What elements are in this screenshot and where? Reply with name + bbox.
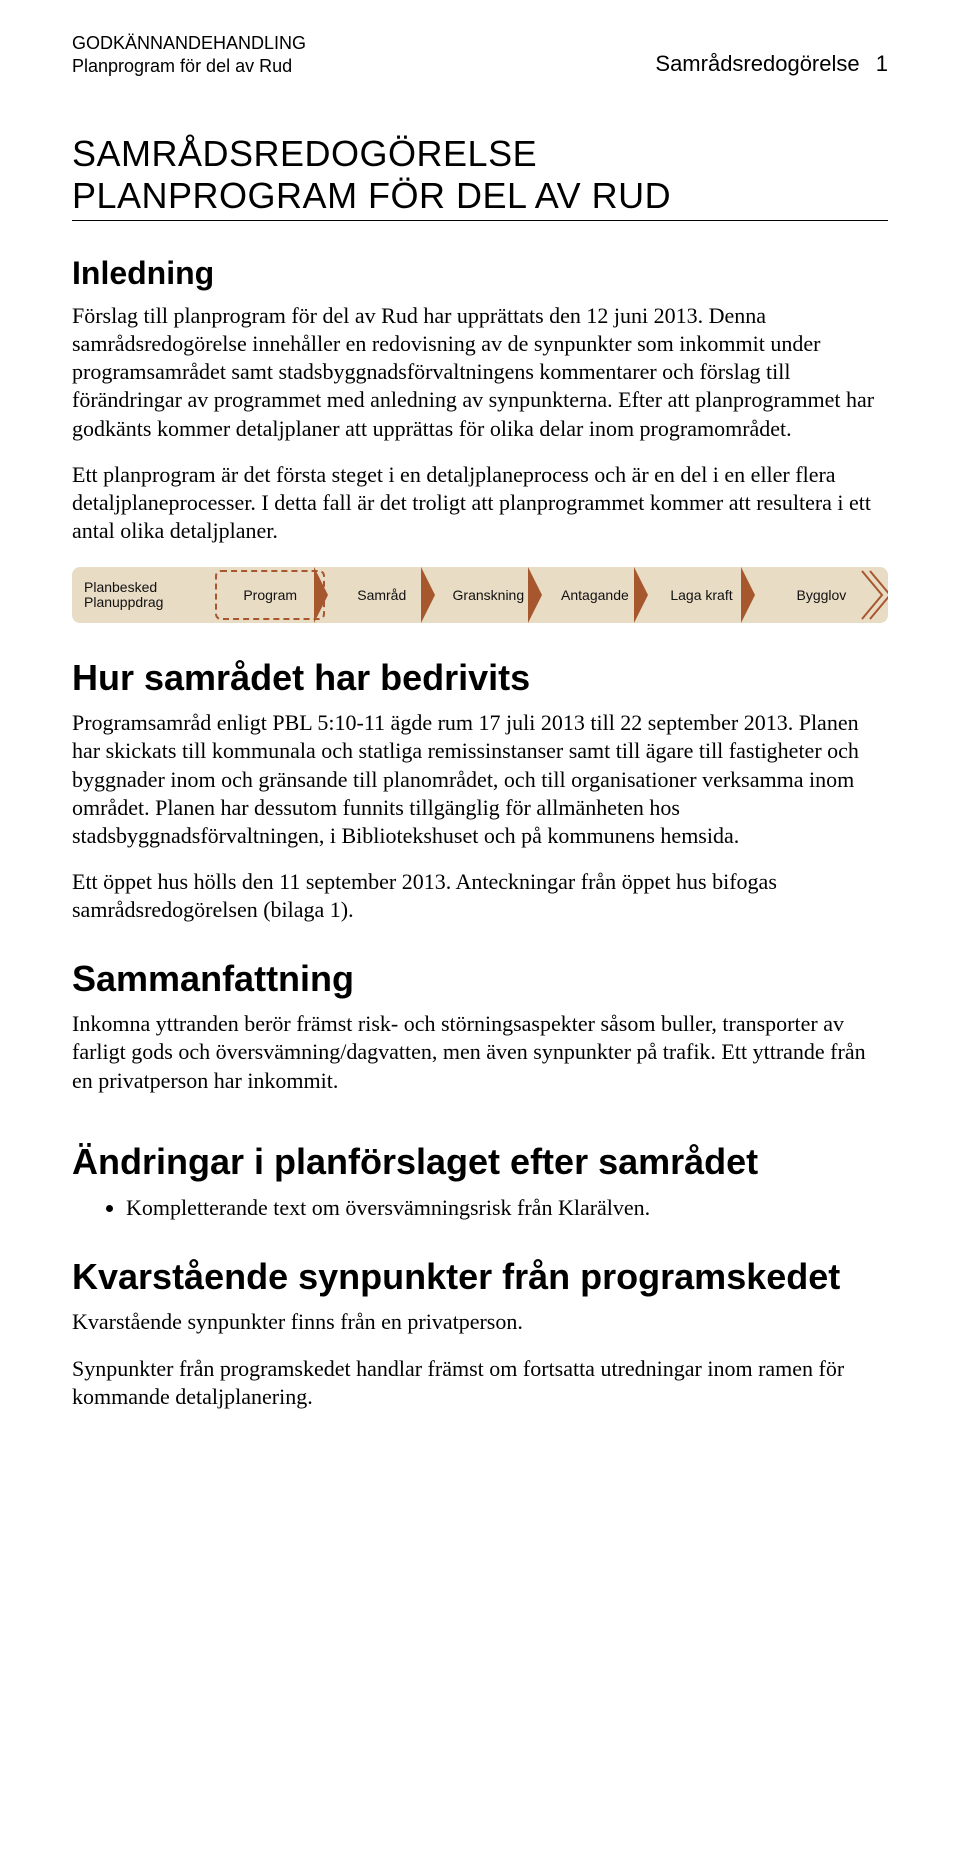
kvarstaende-paragraph-2: Synpunkter från programskedet handlar fr…	[72, 1355, 888, 1411]
page-number: 1	[876, 51, 888, 76]
process-step-planbesked: Planbesked Planuppdrag	[72, 567, 212, 623]
inledning-paragraph-1: Förslag till planprogram för del av Rud …	[72, 302, 888, 443]
document-title: SAMRÅDSREDOGÖRELSE PLANPROGRAM FÖR DEL A…	[72, 133, 888, 221]
title-line-2: PLANPROGRAM FÖR DEL AV RUD	[72, 175, 888, 217]
process-step-label: Granskning	[453, 587, 525, 603]
process-step-label: Bygglov	[796, 587, 846, 603]
page-header: GODKÄNNANDEHANDLING Planprogram för del …	[72, 32, 888, 77]
hur-paragraph-1: Programsamråd enligt PBL 5:10-11 ägde ru…	[72, 709, 888, 850]
process-step-label: Samråd	[357, 587, 406, 603]
heading-sammanfattning: Sammanfattning	[72, 958, 888, 1000]
chevron-right-icon	[858, 567, 888, 623]
header-right: Samrådsredogörelse 1	[655, 50, 888, 78]
andringar-list: Kompletterande text om översvämningsrisk…	[72, 1193, 888, 1223]
heading-inledning: Inledning	[72, 255, 888, 292]
heading-andringar: Ändringar i planförslaget efter samrådet	[72, 1141, 888, 1183]
list-item: Kompletterande text om översvämningsrisk…	[126, 1193, 888, 1223]
process-row: Planbesked Planuppdrag Program Samråd Gr…	[72, 567, 888, 623]
document-page: GODKÄNNANDEHANDLING Planprogram för del …	[0, 0, 960, 1866]
title-line-1: SAMRÅDSREDOGÖRELSE	[72, 133, 888, 175]
header-line1: GODKÄNNANDEHANDLING	[72, 32, 306, 55]
process-step-samrad: Samråd	[328, 567, 435, 623]
kvarstaende-paragraph-1: Kvarstående synpunkter finns från en pri…	[72, 1308, 888, 1336]
inledning-paragraph-2: Ett planprogram är det första steget i e…	[72, 461, 888, 545]
process-step-label: Laga kraft	[670, 587, 732, 603]
hur-paragraph-2: Ett öppet hus hölls den 11 september 201…	[72, 868, 888, 924]
process-step-label: Planbesked Planuppdrag	[84, 580, 163, 611]
process-step-antagande: Antagande	[542, 567, 649, 623]
process-step-granskning: Granskning	[435, 567, 542, 623]
heading-hur-samradet: Hur samrådet har bedrivits	[72, 657, 888, 699]
process-step-program: Program	[215, 570, 326, 620]
sammanfattning-paragraph-1: Inkomna yttranden berör främst risk- och…	[72, 1010, 888, 1094]
header-right-label: Samrådsredogörelse	[655, 51, 859, 76]
process-step-bygglov: Bygglov	[755, 567, 888, 623]
process-diagram: Planbesked Planuppdrag Program Samråd Gr…	[72, 567, 888, 623]
header-left: GODKÄNNANDEHANDLING Planprogram för del …	[72, 32, 306, 77]
process-step-label: Program	[243, 587, 297, 603]
process-step-lagakraft: Laga kraft	[648, 567, 755, 623]
process-step-label: Antagande	[561, 587, 629, 603]
header-line2: Planprogram för del av Rud	[72, 55, 306, 78]
heading-kvarstaende: Kvarstående synpunkter från programskede…	[72, 1256, 888, 1298]
